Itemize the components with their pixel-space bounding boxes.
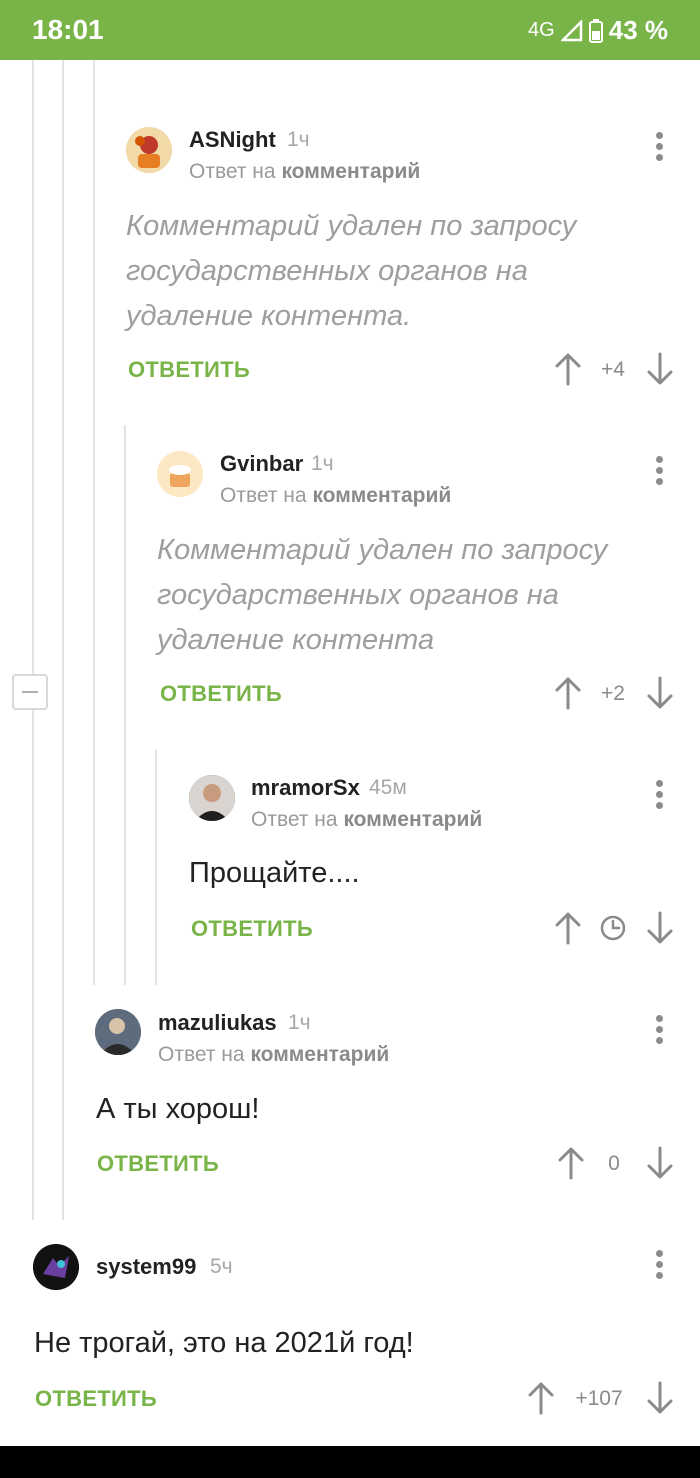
reply-button[interactable]: ОТВЕТИТЬ	[191, 916, 313, 942]
rating: +4	[601, 358, 625, 381]
avatar[interactable]	[189, 775, 235, 821]
username[interactable]: mramorSx	[251, 775, 360, 801]
username[interactable]: ASNight	[189, 127, 276, 153]
more-options-icon[interactable]	[654, 1015, 664, 1051]
more-options-icon[interactable]	[654, 132, 664, 168]
downvote-icon[interactable]	[645, 1381, 675, 1415]
reply-to-link[interactable]: комментарий	[343, 808, 482, 831]
comment-time: 1ч	[311, 452, 334, 475]
thread-line	[155, 750, 157, 985]
reply-button[interactable]: ОТВЕТИТЬ	[97, 1151, 219, 1177]
rating: +2	[601, 682, 625, 705]
avatar[interactable]	[126, 127, 172, 173]
username[interactable]: system99	[96, 1254, 196, 1280]
reply-to-prefix: Ответ на	[220, 484, 307, 507]
thread-line	[32, 60, 34, 1220]
status-time: 18:01	[32, 14, 104, 45]
reply-to-prefix: Ответ на	[189, 160, 276, 183]
avatar[interactable]	[95, 1009, 141, 1055]
status-right: 4G 43 %	[528, 15, 668, 46]
upvote-icon[interactable]	[526, 1381, 556, 1415]
rating: +107	[575, 1387, 623, 1410]
upvote-icon[interactable]	[556, 1146, 586, 1180]
battery-icon	[588, 18, 603, 43]
reply-to: Ответ на комментарий	[189, 160, 420, 184]
comment-text: Прощайте....	[189, 857, 360, 889]
comment-time: 1ч	[287, 128, 310, 151]
username[interactable]: Gvinbar	[220, 451, 303, 477]
comment-time: 1ч	[288, 1011, 311, 1034]
reply-to-link[interactable]: комментарий	[312, 484, 451, 507]
signal-icon	[560, 19, 582, 41]
more-options-icon[interactable]	[654, 456, 664, 492]
downvote-icon[interactable]	[645, 352, 675, 386]
downvote-icon[interactable]	[645, 1146, 675, 1180]
avatar[interactable]	[33, 1244, 79, 1290]
username[interactable]: mazuliukas	[158, 1010, 277, 1036]
battery-level: 43 %	[608, 15, 668, 45]
reply-button[interactable]: ОТВЕТИТЬ	[160, 681, 282, 707]
comment-text: Комментарий удален по запросу государств…	[157, 534, 608, 656]
upvote-icon[interactable]	[553, 911, 583, 945]
more-options-icon[interactable]	[654, 780, 664, 816]
status-bar: 18:01 4G 43 %	[0, 0, 700, 60]
comment-time: 45м	[369, 776, 407, 799]
reply-to-link[interactable]: комментарий	[281, 160, 420, 183]
reply-to-prefix: Ответ на	[251, 808, 338, 831]
reply-to-link[interactable]: комментарий	[250, 1043, 389, 1066]
comment-text: Не трогай, это на 2021й год!	[34, 1327, 414, 1359]
reply-to-prefix: Ответ на	[158, 1043, 245, 1066]
clock-icon	[600, 915, 626, 941]
navigation-bar	[0, 1446, 700, 1478]
more-options-icon[interactable]	[654, 1250, 664, 1286]
comment-time: 5ч	[210, 1255, 233, 1278]
reply-to: Ответ на комментарий	[158, 1043, 389, 1067]
reply-to: Ответ на комментарий	[251, 808, 482, 832]
reply-button[interactable]: ОТВЕТИТЬ	[35, 1386, 157, 1412]
downvote-icon[interactable]	[645, 676, 675, 710]
upvote-icon[interactable]	[553, 352, 583, 386]
reply-to: Ответ на комментарий	[220, 484, 451, 508]
rating: 0	[608, 1152, 620, 1175]
avatar[interactable]	[157, 451, 203, 497]
downvote-icon[interactable]	[645, 911, 675, 945]
comment-text: А ты хорош!	[96, 1093, 260, 1125]
reply-button[interactable]: ОТВЕТИТЬ	[128, 357, 250, 383]
thread-line	[93, 60, 95, 985]
upvote-icon[interactable]	[553, 676, 583, 710]
thread-line	[62, 60, 64, 1220]
thread-line	[124, 425, 126, 985]
collapse-thread-button[interactable]	[12, 674, 48, 710]
network-type: 4G	[528, 19, 555, 41]
comment-text: Комментарий удален по запросу государств…	[126, 210, 577, 332]
